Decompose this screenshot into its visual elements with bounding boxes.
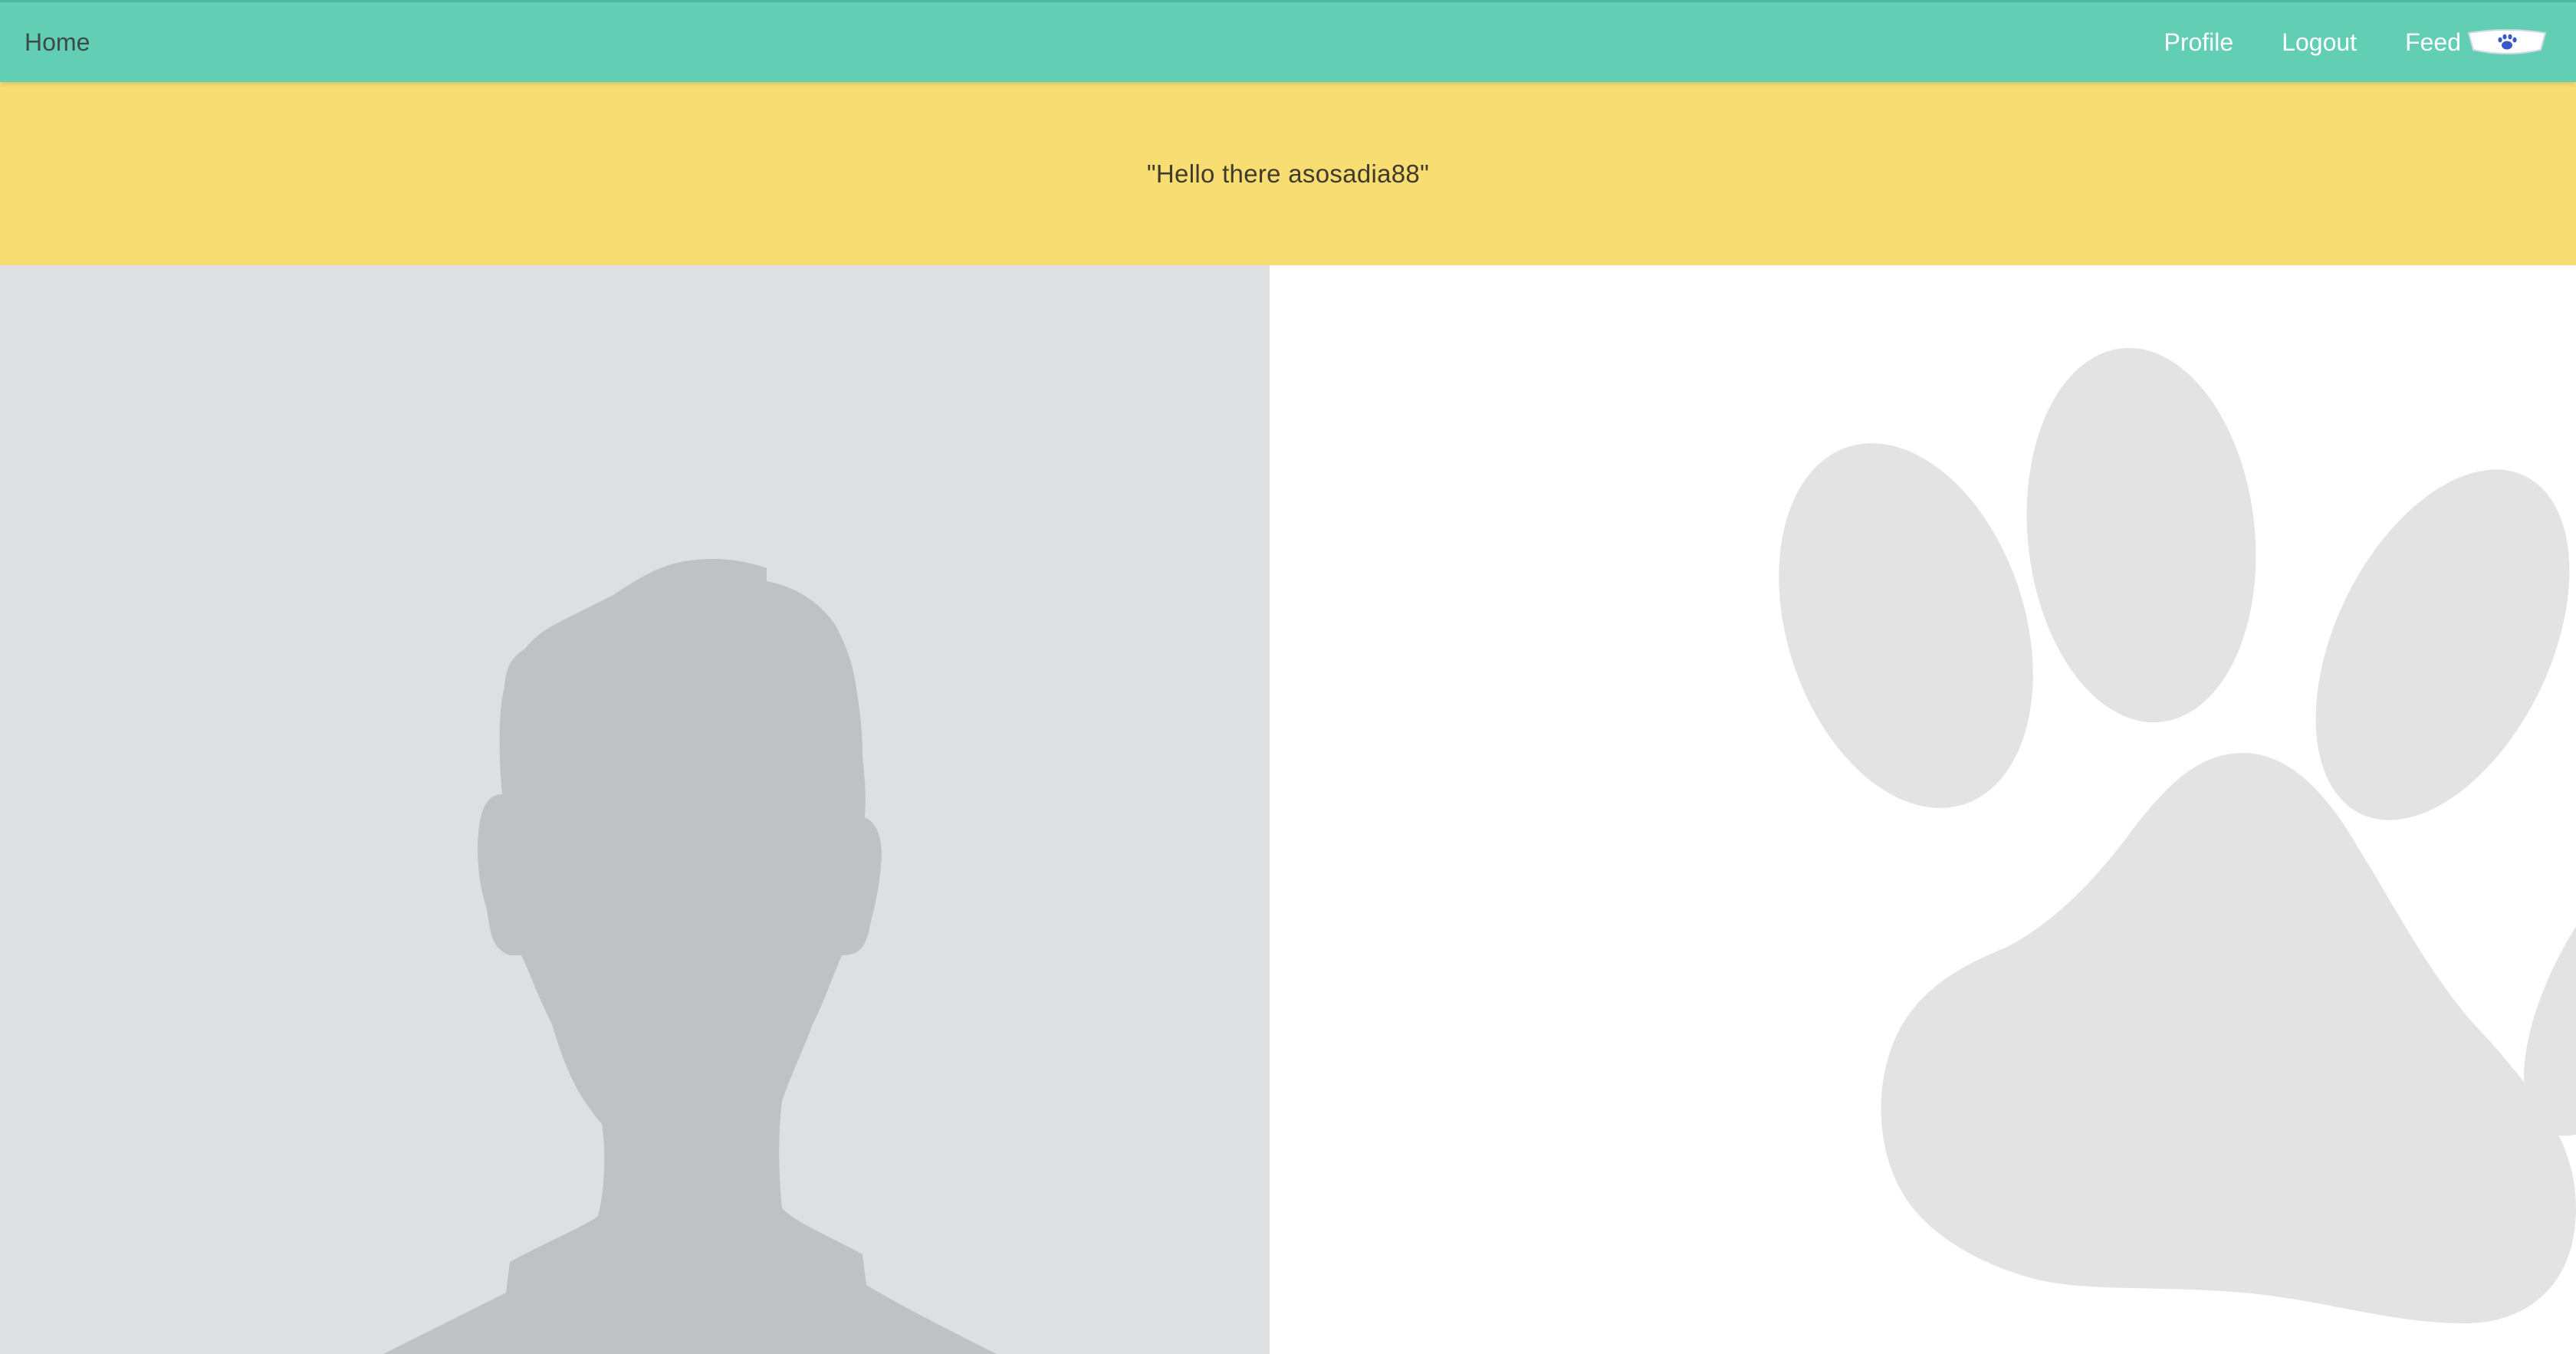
pet-image-placeholder (1270, 265, 2576, 1354)
pet-bowl-icon (2467, 28, 2547, 56)
user-avatar (0, 265, 1270, 1354)
paw-print-icon (1779, 347, 2576, 1323)
nav-feed-label: Feed (2405, 28, 2461, 56)
greeting-banner: "Hello there asosadia88" (0, 82, 2576, 265)
greeting-text: "Hello there asosadia88" (1146, 159, 1430, 188)
nav-profile-link[interactable]: Profile (2164, 25, 2233, 59)
top-navbar: Home Profile Logout Feed (0, 0, 2576, 82)
nav-logout-link[interactable]: Logout (2282, 25, 2357, 59)
nav-right-group: Profile Logout Feed (2115, 25, 2547, 59)
nav-home-link[interactable]: Home (25, 25, 90, 59)
person-silhouette-icon (383, 559, 997, 1354)
nav-feed-link[interactable]: Feed (2405, 25, 2547, 59)
